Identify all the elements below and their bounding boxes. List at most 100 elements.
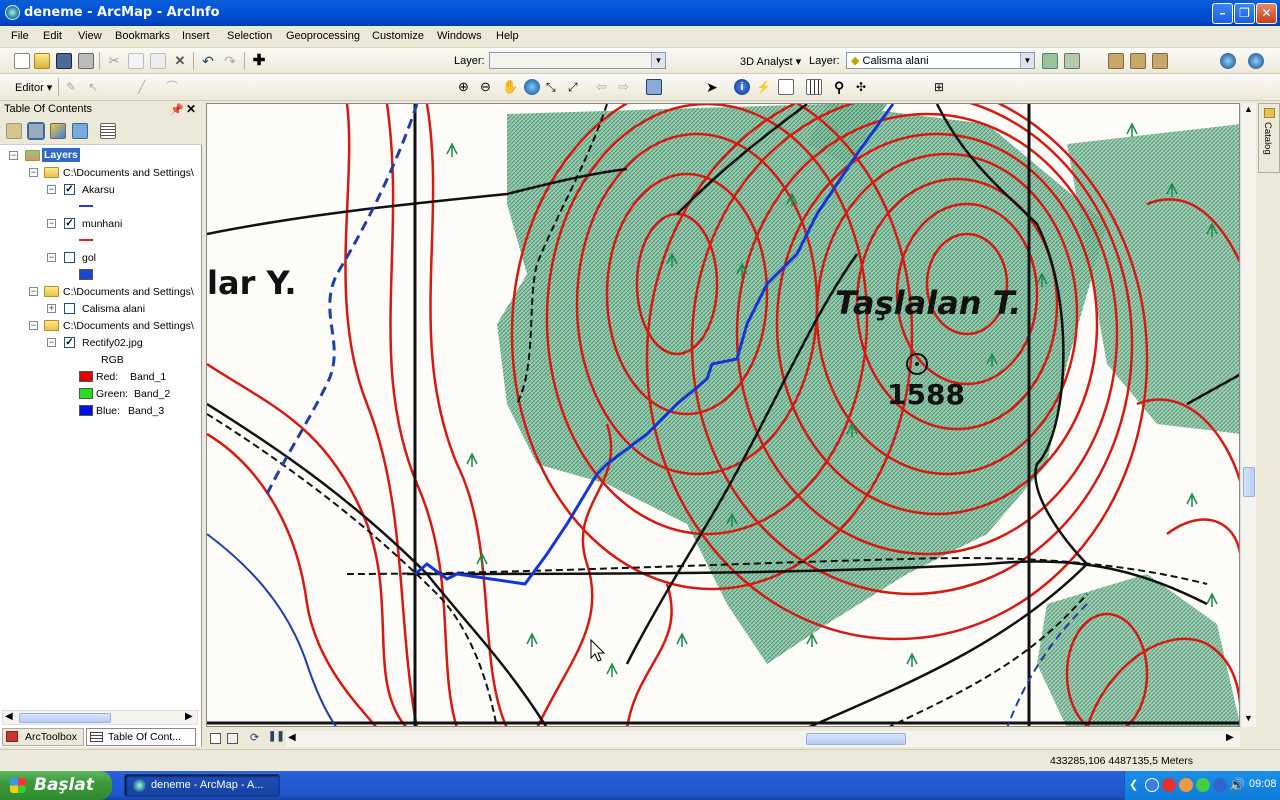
select-features-icon[interactable] xyxy=(646,79,662,95)
source-folder-2[interactable]: C:\Documents and Settings\ xyxy=(63,286,194,298)
maximize-button[interactable]: ❐ xyxy=(1234,3,1255,24)
map-display[interactable]: lar Y. Taşlalan T. 1588 xyxy=(206,103,1240,727)
update-icon[interactable] xyxy=(1179,778,1193,792)
redo-icon[interactable]: ↷ xyxy=(222,53,238,69)
collapse-icon[interactable]: − xyxy=(9,151,18,160)
options-icon[interactable] xyxy=(100,123,116,139)
pause-drawing-icon[interactable]: ❚❚ xyxy=(268,731,285,742)
layer-calisma-alani[interactable]: Calisma alani xyxy=(82,303,145,315)
straight-segment-icon[interactable]: ╱ xyxy=(138,79,154,95)
edit-tool-icon[interactable]: ✎ xyxy=(66,79,82,95)
scroll-right-icon[interactable]: ▶ xyxy=(185,711,193,722)
trace-tool-icon[interactable]: ⌒ xyxy=(166,79,182,95)
layer-checkbox-akarsu[interactable]: ✓ xyxy=(64,184,75,195)
map-hscroll-thumb[interactable] xyxy=(806,733,906,745)
volume-icon[interactable]: 🔊 xyxy=(1229,777,1245,793)
go-to-xy-icon[interactable]: ✣ xyxy=(856,79,872,95)
collapse-icon[interactable]: − xyxy=(29,168,38,177)
network-icon[interactable] xyxy=(1145,778,1159,792)
globe-icon[interactable] xyxy=(1220,53,1236,69)
layer-gol[interactable]: gol xyxy=(82,252,96,264)
security-icon[interactable] xyxy=(1162,778,1176,792)
undo-icon[interactable]: ↶ xyxy=(200,53,216,69)
collapse-icon[interactable]: − xyxy=(29,287,38,296)
menu-geoprocessing[interactable]: Geoprocessing xyxy=(286,30,360,42)
forward-extent-icon[interactable]: ⇨ xyxy=(618,79,634,95)
scroll-right-icon[interactable]: ▶ xyxy=(1226,732,1234,743)
source-folder-1[interactable]: C:\Documents and Settings\ xyxy=(63,167,194,179)
profile-tool-icon[interactable] xyxy=(1108,53,1124,69)
scroll-down-icon[interactable]: ▼ xyxy=(1244,713,1253,723)
back-extent-icon[interactable]: ⇦ xyxy=(596,79,612,95)
source-folder-3[interactable]: C:\Documents and Settings\ xyxy=(63,320,194,332)
zoom-in-icon[interactable]: ⊕ xyxy=(458,79,474,95)
html-popup-icon[interactable] xyxy=(778,79,794,95)
green-band-swatch[interactable] xyxy=(79,388,93,399)
minimize-button[interactable]: – xyxy=(1212,3,1233,24)
list-by-selection-icon[interactable] xyxy=(72,123,88,139)
list-by-drawing-order-icon[interactable] xyxy=(6,123,22,139)
scroll-up-icon[interactable]: ▲ xyxy=(1244,104,1253,114)
contour-tool-icon[interactable] xyxy=(1064,53,1080,69)
collapse-icon[interactable]: − xyxy=(47,253,56,262)
collapse-icon[interactable]: − xyxy=(47,338,56,347)
editor-menu[interactable]: Editor ▾ xyxy=(15,81,52,94)
scroll-left-icon[interactable]: ◀ xyxy=(288,732,296,743)
map-vertical-scrollbar[interactable]: ▲ ▼ xyxy=(1240,103,1256,727)
tab-table-of-contents[interactable]: Table Of Cont... xyxy=(86,728,196,746)
start-button[interactable]: Başlat xyxy=(0,771,112,800)
catalog-side-tab[interactable]: Catalog xyxy=(1258,103,1280,173)
identify-icon[interactable]: i xyxy=(734,79,750,95)
data-frame-layers[interactable]: Layers xyxy=(42,148,80,162)
add-data-icon[interactable]: ✚ xyxy=(251,53,267,69)
menu-insert[interactable]: Insert xyxy=(182,30,210,42)
collapse-icon[interactable]: − xyxy=(47,185,56,194)
toc-scroll-thumb[interactable] xyxy=(19,713,111,723)
fixed-zoom-in-icon[interactable]: ⤡ xyxy=(546,79,562,95)
terrain-tool-icon[interactable] xyxy=(1042,53,1058,69)
layer-munhani[interactable]: munhani xyxy=(82,218,122,230)
map-horizontal-scrollbar[interactable]: ◀ ▶ xyxy=(286,731,1240,747)
refresh-icon[interactable]: ⟳ xyxy=(250,731,259,744)
3d-analyst-menu[interactable]: 3D Analyst ▾ xyxy=(740,55,801,68)
taskbar-arcmap-button[interactable]: deneme - ArcMap - A... xyxy=(124,774,280,797)
data-view-icon[interactable] xyxy=(210,733,221,744)
toc-horizontal-scrollbar[interactable]: ◀ ▶ xyxy=(2,710,198,725)
expand-icon[interactable]: + xyxy=(47,304,56,313)
menu-edit[interactable]: Edit xyxy=(43,30,62,42)
pin-icon[interactable]: 📌 xyxy=(170,103,184,116)
zoom-out-icon[interactable]: ⊖ xyxy=(480,79,496,95)
paste-icon[interactable] xyxy=(150,53,166,69)
list-by-source-icon[interactable] xyxy=(27,122,45,140)
measure-icon[interactable] xyxy=(806,79,822,95)
status-icon[interactable] xyxy=(1196,778,1210,792)
arcglobe-icon[interactable] xyxy=(1248,53,1264,69)
delete-icon[interactable]: ✕ xyxy=(172,53,188,69)
red-band-swatch[interactable] xyxy=(79,371,93,382)
steepest-path-icon[interactable] xyxy=(1152,53,1168,69)
menu-help[interactable]: Help xyxy=(496,30,519,42)
layer-checkbox-calisma-alani[interactable] xyxy=(64,303,75,314)
sketch-tool-icon[interactable]: ↖ xyxy=(88,79,104,95)
layer-checkbox-rectify02[interactable]: ✓ xyxy=(64,337,75,348)
menu-file[interactable]: File xyxy=(11,30,29,42)
layer-akarsu[interactable]: Akarsu xyxy=(82,184,115,196)
full-extent-icon[interactable] xyxy=(524,79,540,95)
line-of-sight-icon[interactable] xyxy=(1130,53,1146,69)
toc-close-icon[interactable]: ✕ xyxy=(186,102,196,116)
find-icon[interactable]: ⚲ xyxy=(834,79,850,95)
menu-customize[interactable]: Customize xyxy=(372,30,424,42)
close-button[interactable]: ✕ xyxy=(1256,3,1277,24)
app-tray-icon[interactable] xyxy=(1213,778,1227,792)
hyperlink-icon[interactable]: ⚡ xyxy=(756,79,772,95)
layer-checkbox-gol[interactable] xyxy=(64,252,75,263)
open-icon[interactable] xyxy=(34,53,50,69)
new-document-icon[interactable] xyxy=(14,53,30,69)
cut-icon[interactable]: ✂ xyxy=(106,53,122,69)
map-vscroll-thumb[interactable] xyxy=(1243,467,1255,497)
magnifier-icon[interactable]: ⊞ xyxy=(934,79,950,95)
copy-icon[interactable] xyxy=(128,53,144,69)
fixed-zoom-out-icon[interactable]: ⤢ xyxy=(568,79,584,95)
tab-arctoolbox[interactable]: ArcToolbox xyxy=(2,728,84,746)
scroll-left-icon[interactable]: ◀ xyxy=(5,711,13,722)
